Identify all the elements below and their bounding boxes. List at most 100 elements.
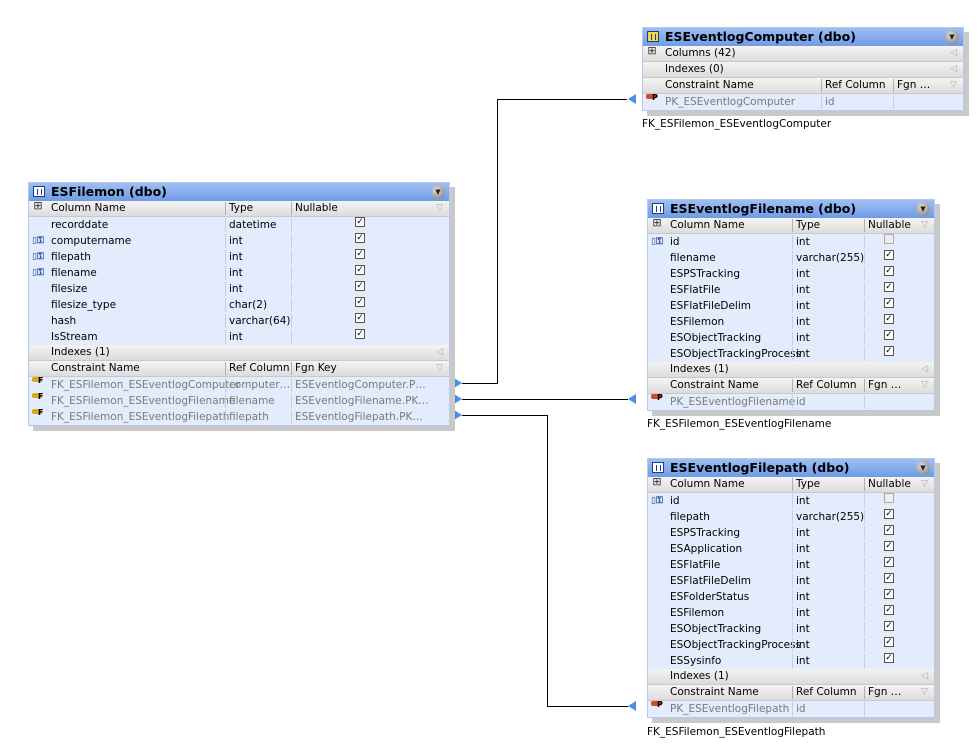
column-separator[interactable] xyxy=(792,478,793,491)
column-separator[interactable] xyxy=(864,379,865,392)
column-row[interactable]: ESFlatFileDelim int ✓ xyxy=(648,573,934,589)
relation-end-arrow[interactable] xyxy=(454,410,462,420)
nullable-checkbox[interactable]: ✓ xyxy=(355,249,365,259)
dropdown-menu-icon[interactable]: ▼ xyxy=(916,461,930,475)
column-row[interactable]: IsStream int ✓ xyxy=(29,329,449,345)
relation-line[interactable] xyxy=(462,399,628,400)
nullable-checkbox[interactable]: ✓ xyxy=(355,281,365,291)
nullable-checkbox[interactable]: ✓ xyxy=(355,297,365,307)
column-row[interactable]: ESApplication int ✓ xyxy=(648,541,934,557)
constraint-header-0[interactable]: Constraint Name xyxy=(670,378,759,393)
expand-plus-icon[interactable]: ⊞ xyxy=(647,45,657,56)
column-header-0[interactable]: Column Name xyxy=(670,218,745,233)
constraint-row[interactable]: P PK_ESEventlogFilename id xyxy=(648,394,934,410)
nullable-checkbox[interactable]: ✓ xyxy=(355,329,365,339)
column-separator[interactable] xyxy=(291,202,292,215)
relation-end-arrow[interactable] xyxy=(454,378,462,388)
sort-arrow-icon[interactable]: ▽ xyxy=(436,361,443,376)
table-title-bar[interactable]: ESEventlogFilepath (dbo) ▼ xyxy=(648,459,934,477)
nullable-checkbox[interactable]: ✓ xyxy=(355,313,365,323)
column-header-2[interactable]: Nullable xyxy=(868,477,911,492)
column-row[interactable]: ▯⚿ filepath int ✓ xyxy=(29,249,449,265)
sort-arrow-icon[interactable]: ▽ xyxy=(921,378,928,393)
column-row[interactable]: ESObjectTracking int ✓ xyxy=(648,330,934,346)
constraint-header-0[interactable]: Constraint Name xyxy=(665,78,754,93)
constraint-header-2[interactable]: Fgn … xyxy=(868,378,901,393)
table-title-bar[interactable]: ESFilemon (dbo) ▼ xyxy=(29,183,449,201)
expand-plus-icon[interactable]: ⊞ xyxy=(33,200,43,211)
nullable-checkbox[interactable]: ✓ xyxy=(884,621,894,631)
nullable-checkbox[interactable]: ✓ xyxy=(884,653,894,663)
column-row[interactable]: ▯⚿ id int xyxy=(648,493,934,509)
table-title-bar[interactable]: ESEventlogComputer (dbo) ▼ xyxy=(643,28,963,46)
relation-line[interactable] xyxy=(547,415,548,707)
column-row[interactable]: hash varchar(64) ✓ xyxy=(29,313,449,329)
relation-line[interactable] xyxy=(462,383,498,384)
relation-label[interactable]: FK_ESFilemon_ESEventlogComputer xyxy=(642,118,831,130)
nullable-checkbox[interactable]: ✓ xyxy=(884,573,894,583)
column-header-0[interactable]: Column Name xyxy=(51,201,126,216)
column-row[interactable]: filepath varchar(255) ✓ xyxy=(648,509,934,525)
column-separator[interactable] xyxy=(792,379,793,392)
sort-arrow-icon[interactable]: ▽ xyxy=(436,201,443,216)
nullable-checkbox[interactable]: ✓ xyxy=(884,314,894,324)
sort-arrow-icon[interactable]: ▽ xyxy=(921,685,928,700)
constraint-row[interactable]: F FK_ESFilemon_ESEventlogComputer computer… xyxy=(29,377,449,393)
column-header-2[interactable]: Nullable xyxy=(295,201,338,216)
relation-end-arrow[interactable] xyxy=(628,94,636,104)
indexes-section[interactable]: Indexes (1) ◁ xyxy=(29,345,449,361)
indexes-section[interactable]: Indexes (1) ◁ xyxy=(648,669,934,685)
column-separator[interactable] xyxy=(225,362,226,375)
column-header-1[interactable]: Type xyxy=(796,218,820,233)
relation-end-arrow[interactable] xyxy=(454,394,462,404)
constraint-header-1[interactable]: Ref Column xyxy=(229,361,290,376)
column-separator[interactable] xyxy=(291,362,292,375)
nullable-checkbox[interactable]: ✓ xyxy=(884,298,894,308)
column-separator[interactable] xyxy=(893,79,894,92)
column-separator[interactable] xyxy=(792,219,793,232)
column-separator[interactable] xyxy=(864,686,865,699)
relation-line[interactable] xyxy=(547,706,628,707)
relation-end-arrow[interactable] xyxy=(628,701,636,711)
column-row[interactable]: ESFilemon int ✓ xyxy=(648,314,934,330)
nullable-checkbox[interactable] xyxy=(884,234,894,244)
column-header-0[interactable]: Column Name xyxy=(670,477,745,492)
relation-label[interactable]: FK_ESFilemon_ESEventlogFilename xyxy=(647,418,831,430)
expand-plus-icon[interactable]: ⊞ xyxy=(652,217,662,228)
constraint-row[interactable]: F FK_ESFilemon_ESEventlogFilepath filepath… xyxy=(29,409,449,425)
nullable-checkbox[interactable]: ✓ xyxy=(355,265,365,275)
table-title-bar[interactable]: ESEventlogFilename (dbo) ▼ xyxy=(648,200,934,218)
relation-line[interactable] xyxy=(497,99,627,100)
nullable-checkbox[interactable]: ✓ xyxy=(884,589,894,599)
indexes-section[interactable]: Indexes (0) ◁ xyxy=(643,62,963,78)
constraint-header-1[interactable]: Ref Column xyxy=(825,78,886,93)
nullable-checkbox[interactable]: ✓ xyxy=(355,233,365,243)
column-row[interactable]: ESFolderStatus int ✓ xyxy=(648,589,934,605)
column-row[interactable]: filesize_type char(2) ✓ xyxy=(29,297,449,313)
constraint-header-2[interactable]: Fgn … xyxy=(868,685,901,700)
collapse-arrow-icon[interactable]: ◁ xyxy=(950,62,957,77)
collapse-arrow-icon[interactable]: ◁ xyxy=(921,669,928,684)
constraint-header-0[interactable]: Constraint Name xyxy=(670,685,759,700)
expand-plus-icon[interactable]: ⊞ xyxy=(652,476,662,487)
collapse-arrow-icon[interactable]: ◁ xyxy=(436,345,443,360)
nullable-checkbox[interactable]: ✓ xyxy=(884,509,894,519)
constraint-row[interactable]: F FK_ESFilemon_ESEventlogFilename filename… xyxy=(29,393,449,409)
column-separator[interactable] xyxy=(821,79,822,92)
column-row[interactable]: ESFlatFileDelim int ✓ xyxy=(648,298,934,314)
column-row[interactable]: ESFlatFile int ✓ xyxy=(648,557,934,573)
constraint-row[interactable]: P PK_ESEventlogFilepath id xyxy=(648,701,934,717)
nullable-checkbox[interactable]: ✓ xyxy=(884,330,894,340)
column-row[interactable]: filesize int ✓ xyxy=(29,281,449,297)
table-filepath[interactable]: ESEventlogFilepath (dbo) ▼ ⊞ Column Name Typ… xyxy=(647,458,935,718)
sort-arrow-icon[interactable]: ▽ xyxy=(921,477,928,492)
constraint-header-1[interactable]: Ref Column xyxy=(796,685,857,700)
table-esfilemon[interactable]: ESFilemon (dbo) ▼ ⊞ Column Name Type Nullable… xyxy=(28,182,450,426)
column-separator[interactable] xyxy=(864,219,865,232)
dropdown-menu-icon[interactable]: ▼ xyxy=(945,30,959,44)
relation-line[interactable] xyxy=(497,99,498,384)
sort-arrow-icon[interactable]: ▽ xyxy=(950,78,957,93)
relation-line[interactable] xyxy=(462,415,548,416)
nullable-checkbox[interactable]: ✓ xyxy=(884,266,894,276)
relation-end-arrow[interactable] xyxy=(628,394,636,404)
